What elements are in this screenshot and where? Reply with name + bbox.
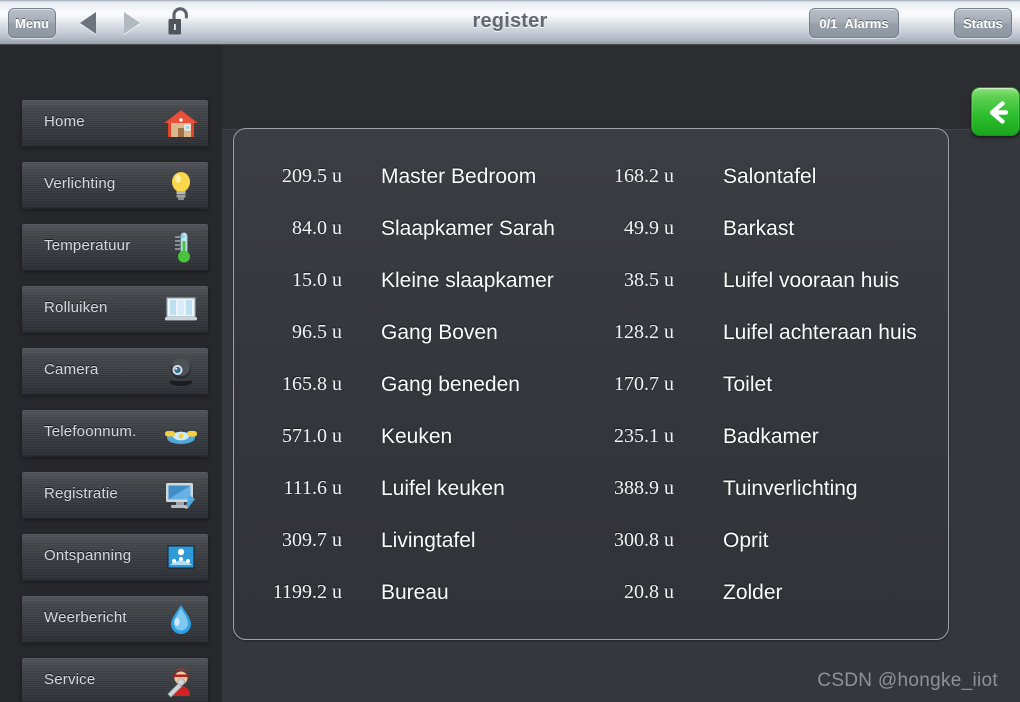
register-panel: 209.5 u Master Bedroom 84.0 u Slaapkamer Sa… bbox=[233, 128, 949, 640]
table-row[interactable]: 235.1 u Badkamer bbox=[234, 425, 948, 477]
camera-icon bbox=[162, 352, 200, 390]
register-label: Tuinverlichting bbox=[723, 477, 858, 500]
water-drop-icon bbox=[162, 600, 200, 638]
sidebar-item-registratie[interactable]: Registratie bbox=[22, 472, 208, 518]
status-button[interactable]: Status bbox=[954, 8, 1012, 38]
lightbulb-icon bbox=[162, 166, 200, 204]
table-row[interactable]: 128.2 u Luifel achteraan huis bbox=[234, 321, 948, 373]
sidebar-item-home[interactable]: Home bbox=[22, 100, 208, 146]
register-label: Toilet bbox=[723, 373, 773, 396]
window-blinds-icon bbox=[162, 290, 200, 328]
sidebar-item-label: Telefoonnum. bbox=[44, 423, 137, 440]
title-bar: Menu register 0/1 Alarms Status bbox=[0, 0, 1020, 45]
status-button-label: Status bbox=[963, 15, 1003, 31]
telephone-icon bbox=[162, 414, 200, 452]
mechanic-wrench-icon bbox=[162, 662, 200, 700]
register-label: Luifel vooraan huis bbox=[723, 269, 900, 292]
register-label: Badkamer bbox=[723, 425, 819, 448]
sidebar-item-label: Ontspanning bbox=[44, 547, 132, 564]
register-value: 38.5 u bbox=[624, 269, 674, 291]
sidebar-item-camera[interactable]: Camera bbox=[22, 348, 208, 394]
arrow-left-icon bbox=[989, 101, 1009, 124]
sidebar-item-service[interactable]: Service bbox=[22, 658, 208, 702]
monitor-pencil-icon bbox=[162, 476, 200, 514]
sidebar-item-label: Registratie bbox=[44, 485, 118, 502]
register-value: 170.7 u bbox=[614, 373, 674, 395]
table-row[interactable]: 300.8 u Oprit bbox=[234, 529, 948, 581]
sidebar-item-label: Rolluiken bbox=[44, 299, 108, 316]
back-button[interactable] bbox=[971, 87, 1020, 136]
table-row[interactable]: 49.9 u Barkast bbox=[234, 217, 948, 269]
register-value: 300.8 u bbox=[614, 529, 674, 551]
fountain-icon bbox=[162, 538, 200, 576]
table-row[interactable]: 170.7 u Toilet bbox=[234, 373, 948, 425]
table-row[interactable]: 388.9 u Tuinverlichting bbox=[234, 477, 948, 529]
sidebar-item-label: Camera bbox=[44, 361, 99, 378]
alarms-label: Alarms bbox=[844, 15, 889, 31]
register-label: Oprit bbox=[723, 529, 769, 552]
register-label: Barkast bbox=[723, 217, 795, 240]
table-row[interactable]: 20.8 u Zolder bbox=[234, 581, 948, 633]
table-row[interactable]: 168.2 u Salontafel bbox=[234, 165, 948, 217]
sidebar-item-temperatuur[interactable]: Temperatuur bbox=[22, 224, 208, 270]
sidebar-item-telefoonnum[interactable]: Telefoonnum. bbox=[22, 410, 208, 456]
register-label: Zolder bbox=[723, 581, 783, 604]
register-value: 49.9 u bbox=[624, 217, 674, 239]
sidebar-item-label: Verlichting bbox=[44, 175, 116, 192]
register-label: Salontafel bbox=[723, 165, 817, 188]
alarms-count: 0/1 bbox=[819, 15, 838, 31]
sidebar-item-label: Home bbox=[44, 113, 85, 130]
sidebar-item-label: Service bbox=[44, 671, 96, 688]
sidebar-item-label: Weerbericht bbox=[44, 609, 127, 626]
sidebar-item-ontspanning[interactable]: Ontspanning bbox=[22, 534, 208, 580]
sidebar: Home Verlichting Temperatuur Rolluiken C… bbox=[0, 45, 222, 702]
register-value: 388.9 u bbox=[614, 477, 674, 499]
register-value: 128.2 u bbox=[614, 321, 674, 343]
register-label: Luifel achteraan huis bbox=[723, 321, 917, 344]
thermometer-icon bbox=[162, 228, 200, 266]
sidebar-item-label: Temperatuur bbox=[44, 237, 131, 254]
register-column-right: 168.2 u Salontafel 49.9 u Barkast 38.5 u Luif… bbox=[234, 129, 948, 639]
table-row[interactable]: 38.5 u Luifel vooraan huis bbox=[234, 269, 948, 321]
alarms-button[interactable]: 0/1 Alarms bbox=[809, 8, 899, 38]
watermark: CSDN @hongke_iiot bbox=[817, 670, 998, 691]
register-value: 168.2 u bbox=[614, 165, 674, 187]
sidebar-item-rolluiken[interactable]: Rolluiken bbox=[22, 286, 208, 332]
app-root: Menu register 0/1 Alarms Status 209.5 u … bbox=[0, 0, 1020, 702]
house-icon bbox=[162, 104, 200, 142]
register-value: 235.1 u bbox=[614, 425, 674, 447]
register-value: 20.8 u bbox=[624, 581, 674, 603]
sidebar-item-weerbericht[interactable]: Weerbericht bbox=[22, 596, 208, 642]
sidebar-item-verlichting[interactable]: Verlichting bbox=[22, 162, 208, 208]
